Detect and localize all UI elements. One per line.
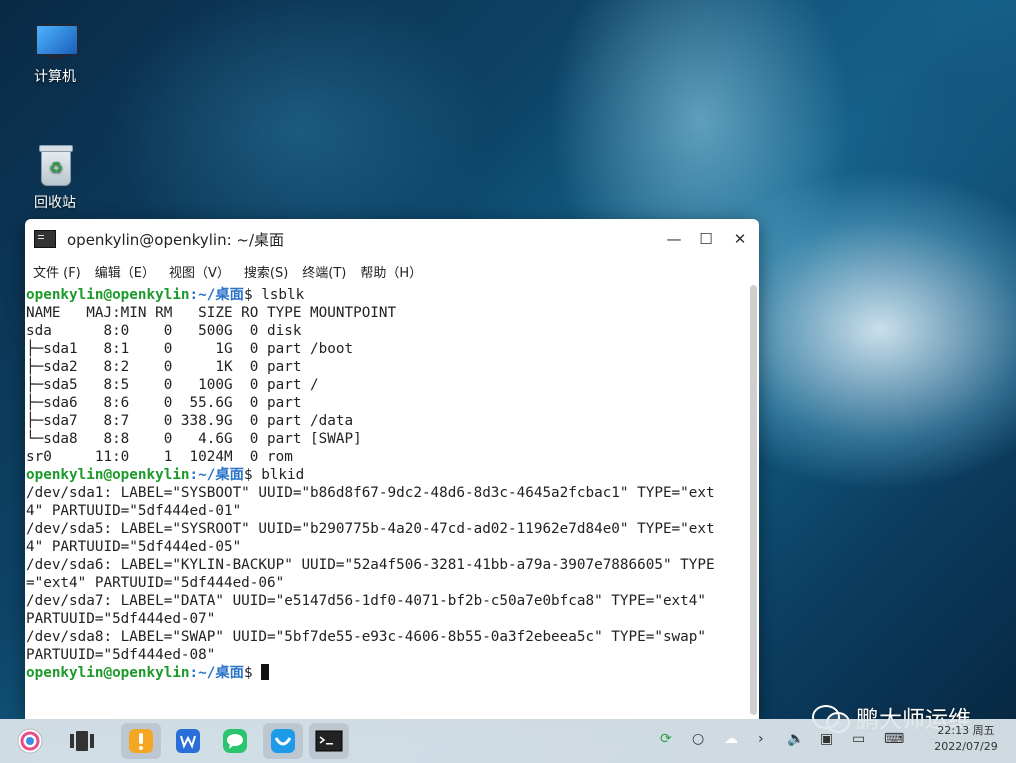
taskbar-clock[interactable]: 22:13 周五 2022/07/29 xyxy=(926,723,1006,755)
desktop-icon-recycle-bin[interactable]: ♻ 回收站 xyxy=(19,145,91,212)
prompt-path: :~/桌面 xyxy=(189,467,244,483)
lsblk-output: NAME MAJ:MIN RM SIZE RO TYPE MOUNTPOINT … xyxy=(26,305,397,465)
clock-time: 22:13 周五 xyxy=(937,724,995,737)
taskbar: ⟳ ○ ☁ › 🔈 ▣ ▭ ⌨ xyxy=(0,719,1016,763)
terminal-output: openkylin@openkylin:~/桌面$ lsblk NAME MAJ… xyxy=(25,284,759,682)
prompt-user: openkylin@openkylin xyxy=(26,287,190,303)
text-cursor xyxy=(261,664,270,680)
window-title: openkylin@openkylin: ~/桌面 xyxy=(67,230,285,249)
software-store-icon xyxy=(271,729,295,753)
desktop-icon-label: 回收站 xyxy=(34,195,76,211)
desktop-icon-computer[interactable]: 计算机 xyxy=(19,22,91,86)
menu-help[interactable]: 帮助（H） xyxy=(360,262,422,281)
terminal-app-icon xyxy=(315,730,343,752)
chevron-right-icon[interactable]: › xyxy=(758,731,764,747)
menu-view[interactable]: 视图（V） xyxy=(169,262,230,281)
taskbar-app-software-store[interactable] xyxy=(263,723,303,759)
prompt-symbol: $ xyxy=(243,287,262,303)
terminal-icon xyxy=(34,230,56,248)
close-button[interactable]: ✕ xyxy=(729,228,751,250)
cloud-tray-icon[interactable]: ☁ xyxy=(724,731,738,747)
messenger-app-icon xyxy=(223,729,247,753)
command-blkid: blkid xyxy=(261,467,305,483)
menu-search[interactable]: 搜索(S) xyxy=(244,262,288,281)
scrollbar[interactable] xyxy=(750,285,757,715)
computer-icon xyxy=(33,22,79,62)
window-titlebar[interactable]: openkylin@openkylin: ~/桌面 — ☐ ✕ xyxy=(25,219,759,259)
menu-edit[interactable]: 编辑（E） xyxy=(95,262,155,281)
prompt-user: openkylin@openkylin xyxy=(26,665,190,681)
start-menu-button[interactable] xyxy=(10,723,50,759)
notification-icon[interactable]: ▭ xyxy=(852,731,865,747)
network-icon[interactable]: ▣ xyxy=(820,731,833,747)
menu-bar: 文件 (F) 编辑（E） 视图（V） 搜索(S) 终端(T) 帮助（H） xyxy=(25,259,759,284)
prompt-path: :~/桌面 xyxy=(189,287,244,303)
terminal-window[interactable]: openkylin@openkylin: ~/桌面 — ☐ ✕ 文件 (F) 编… xyxy=(25,219,759,719)
taskbar-app-terminal[interactable] xyxy=(309,723,349,759)
command-lsblk: lsblk xyxy=(261,287,305,303)
menu-file[interactable]: 文件 (F) xyxy=(33,262,81,281)
keyboard-icon[interactable]: ⌨ xyxy=(884,731,904,747)
prompt-symbol: $ xyxy=(243,665,262,681)
toolbox-app-icon xyxy=(129,729,153,753)
prompt-path: :~/桌面 xyxy=(189,665,244,681)
clock-date: 2022/07/29 xyxy=(934,740,998,753)
volume-icon[interactable]: 🔈 xyxy=(787,731,804,747)
menu-terminal[interactable]: 终端(T) xyxy=(302,262,346,281)
sync-tray-icon[interactable]: ⟳ xyxy=(660,731,672,747)
wps-writer-icon xyxy=(176,729,200,753)
terminal-area[interactable]: openkylin@openkylin:~/桌面$ lsblk NAME MAJ… xyxy=(25,284,759,719)
multitask-view-button[interactable] xyxy=(62,723,102,759)
taskbar-app-wps[interactable] xyxy=(168,723,208,759)
search-tray-icon[interactable]: ○ xyxy=(692,731,704,747)
prompt-user: openkylin@openkylin xyxy=(26,467,190,483)
taskbar-app-toolbox[interactable] xyxy=(121,723,161,759)
blkid-output: /dev/sda1: LABEL="SYSBOOT" UUID="b86d8f6… xyxy=(26,485,715,663)
recycle-bin-icon: ♻ xyxy=(33,145,77,188)
desktop-icon-label: 计算机 xyxy=(34,69,76,85)
taskbar-app-messenger[interactable] xyxy=(215,723,255,759)
openkylin-logo-icon xyxy=(17,728,43,754)
minimize-button[interactable]: — xyxy=(663,228,685,250)
maximize-button[interactable]: ☐ xyxy=(695,228,717,250)
prompt-symbol: $ xyxy=(243,467,262,483)
multitask-icon xyxy=(70,731,94,751)
